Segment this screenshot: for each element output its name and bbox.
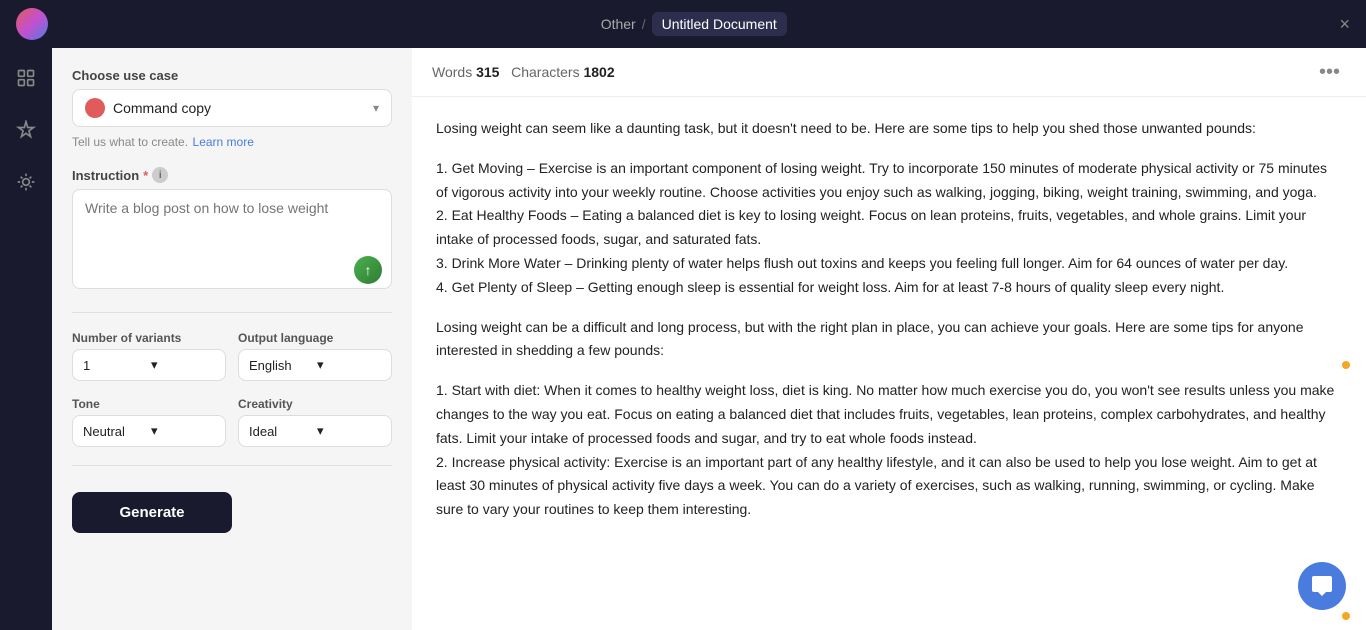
info-icon[interactable]: i [152,167,168,183]
tone-creativity-row: Tone Neutral ▾ Creativity Ideal ▾ [72,397,392,447]
app-logo [16,8,48,40]
hint-text: Tell us what to create. [72,135,188,149]
creativity-group: Creativity Ideal ▾ [238,397,392,447]
close-button[interactable]: × [1339,15,1350,33]
right-panel: Words 315 Characters 1802 ••• Losing wei… [412,48,1366,630]
content-list-2: 1. Start with diet: When it comes to hea… [436,379,1342,522]
required-star: * [143,168,148,183]
bullet-dot-1 [1342,361,1350,369]
chevron-down-icon: ▾ [373,101,379,115]
instruction-text: Instruction [72,168,139,183]
language-chevron-icon: ▾ [317,357,381,373]
top-bar-left [16,8,48,40]
variants-language-row: Number of variants 1 ▾ Output language E… [72,331,392,381]
instruction-input[interactable] [72,189,392,289]
variants-value: 1 [83,358,147,373]
creativity-select[interactable]: Ideal ▾ [238,415,392,447]
variants-select[interactable]: 1 ▾ [72,349,226,381]
characters-value: 1802 [583,64,614,80]
menu-icon-button[interactable] [8,60,44,96]
use-case-select[interactable]: Command copy ▾ [72,89,392,127]
language-select[interactable]: English ▾ [238,349,392,381]
top-bar-center: Other / Untitled Document [601,12,787,36]
tone-group: Tone Neutral ▾ [72,397,226,447]
tone-select[interactable]: Neutral ▾ [72,415,226,447]
magic-icon-button[interactable] [8,164,44,200]
send-button[interactable]: ↑ [354,256,382,284]
variants-label: Number of variants [72,331,226,345]
document-title: Untitled Document [652,12,787,36]
generate-button[interactable]: Generate [72,492,232,533]
instruction-label-row: Instruction * i [72,167,392,183]
left-panel: Choose use case Command copy ▾ Tell us w… [52,48,412,630]
more-options-button[interactable]: ••• [1313,60,1346,84]
tone-value: Neutral [83,424,147,439]
learn-more-link[interactable]: Learn more [193,135,254,149]
word-count-display: Words 315 Characters 1802 [432,64,1309,80]
language-value: English [249,358,313,373]
creativity-chevron-icon: ▾ [317,423,381,439]
words-value: 315 [476,64,499,80]
hint-row: Tell us what to create. Learn more [72,133,392,151]
top-bar-slash: / [642,16,646,32]
tone-chevron-icon: ▾ [151,423,215,439]
characters-label: Characters [511,64,579,80]
creativity-label: Creativity [238,397,392,411]
sparkle-icon-button[interactable] [8,112,44,148]
chat-bubble[interactable] [1298,562,1346,610]
tone-label: Tone [72,397,226,411]
top-bar: Other / Untitled Document × [0,0,1366,48]
content-paragraph-1: Losing weight can seem like a daunting t… [436,117,1342,141]
icon-sidebar [0,48,52,630]
content-header: Words 315 Characters 1802 ••• [412,48,1366,97]
top-bar-other: Other [601,16,636,32]
instruction-textarea-wrapper: ↑ [72,189,392,294]
bullet-dot-2 [1342,612,1350,620]
variants-group: Number of variants 1 ▾ [72,331,226,381]
use-case-icon [85,98,105,118]
use-case-label: Command copy [113,100,365,116]
words-label: Words [432,64,472,80]
choose-use-case-label: Choose use case [72,68,392,83]
creativity-value: Ideal [249,424,313,439]
language-label: Output language [238,331,392,345]
content-body[interactable]: Losing weight can seem like a daunting t… [412,97,1366,630]
divider-1 [72,312,392,313]
content-paragraph-2: Losing weight can be a difficult and lon… [436,316,1342,364]
choose-use-case-section: Choose use case Command copy ▾ Tell us w… [72,68,392,151]
divider-2 [72,465,392,466]
instruction-section: Instruction * i ↑ [72,167,392,294]
content-list-1: 1. Get Moving – Exercise is an important… [436,157,1342,300]
language-group: Output language English ▾ [238,331,392,381]
main-layout: Choose use case Command copy ▾ Tell us w… [0,48,1366,630]
variants-chevron-icon: ▾ [151,357,215,373]
